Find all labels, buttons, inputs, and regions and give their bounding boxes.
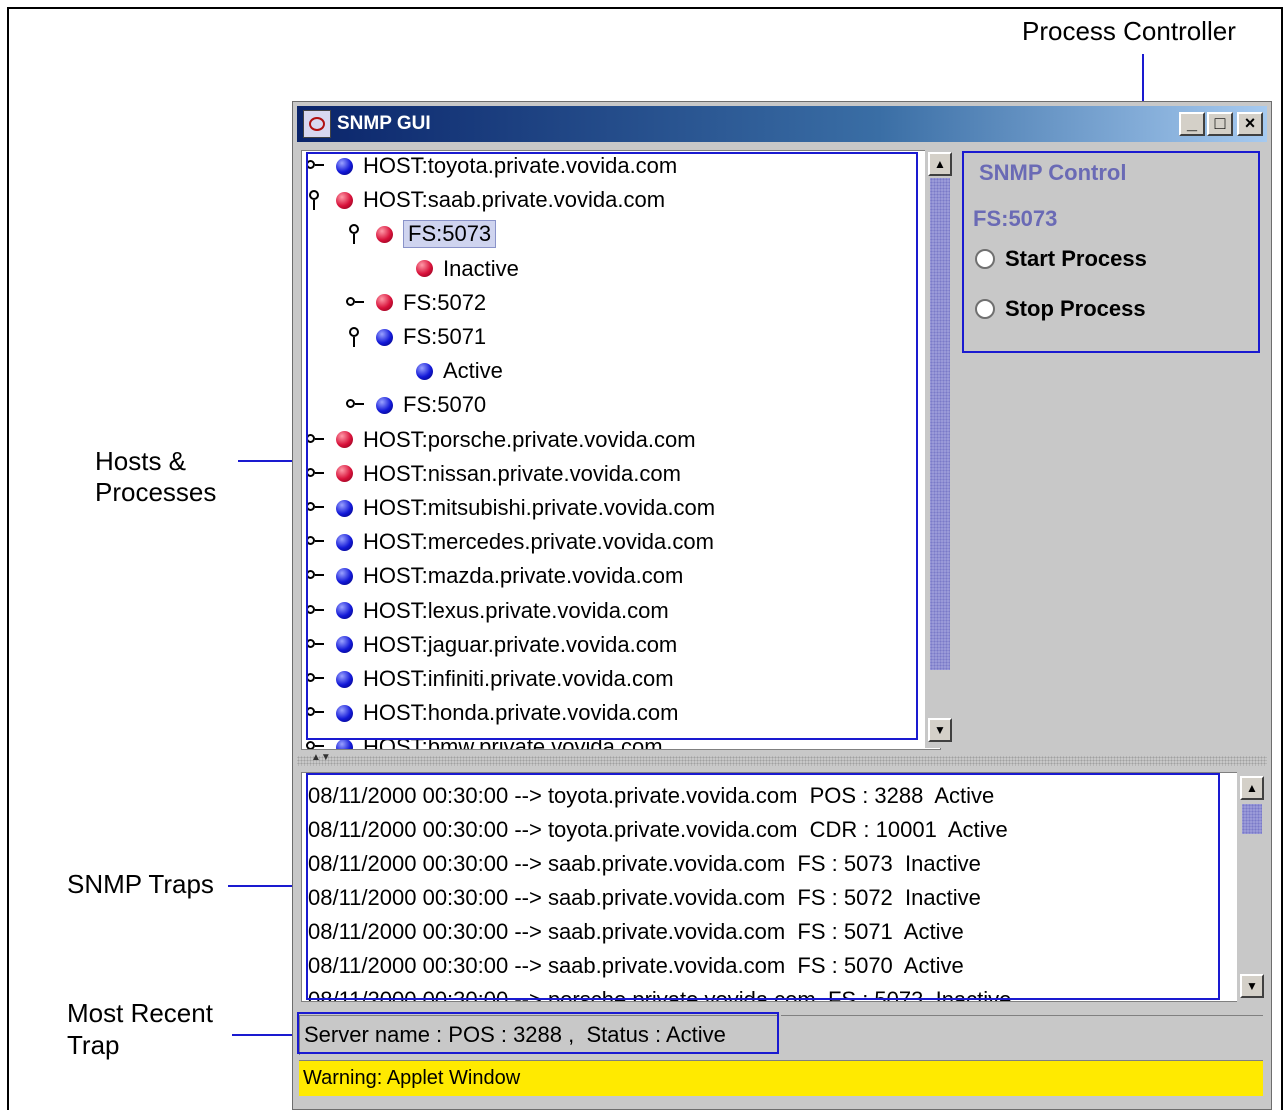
callout-box-recent-trap: [297, 1012, 779, 1054]
callout-box-traps: [306, 773, 1220, 1000]
app-icon[interactable]: [303, 110, 331, 138]
collapsed-toggle-icon[interactable]: [306, 740, 326, 749]
callout-box-hosts: [306, 152, 918, 740]
callout-snmp-traps: SNMP Traps: [67, 869, 214, 899]
tree-scrollbar[interactable]: ▲ ▼: [925, 150, 955, 748]
window-title: SNMP GUI: [337, 113, 431, 134]
callout-line-most-recent: [232, 1034, 298, 1036]
split-pane-divider[interactable]: ▲▼: [297, 752, 1267, 766]
close-button[interactable]: ×: [1237, 112, 1263, 136]
scroll-up-icon[interactable]: ▲: [928, 152, 952, 176]
applet-warning-bar: Warning: Applet Window: [299, 1060, 1263, 1096]
callout-hosts-line1: Hosts &: [95, 446, 187, 476]
minimize-button[interactable]: _: [1179, 112, 1205, 136]
callout-box-control: [962, 151, 1260, 353]
traps-scroll-up-icon[interactable]: ▲: [1240, 776, 1264, 800]
active-status-icon: [336, 738, 353, 749]
callout-hosts-line2: Processes: [95, 477, 217, 507]
status-bar-filler: [781, 1015, 1263, 1055]
callout-most-recent-line2: Trap: [67, 1030, 120, 1060]
scroll-thumb[interactable]: [930, 178, 950, 670]
divider-arrows-icon[interactable]: ▲▼: [311, 752, 331, 763]
maximize-button[interactable]: □: [1207, 112, 1233, 136]
traps-scrollbar[interactable]: ▲ ▼: [1237, 772, 1267, 1002]
callout-process-controller: Process Controller: [1022, 16, 1236, 46]
traps-scroll-thumb[interactable]: [1242, 804, 1262, 834]
callout-most-recent-line1: Most Recent: [67, 998, 213, 1028]
traps-scroll-down-icon[interactable]: ▼: [1240, 974, 1264, 998]
title-bar[interactable]: SNMP GUI _ □ ×: [297, 106, 1267, 142]
scroll-down-icon[interactable]: ▼: [928, 718, 952, 742]
